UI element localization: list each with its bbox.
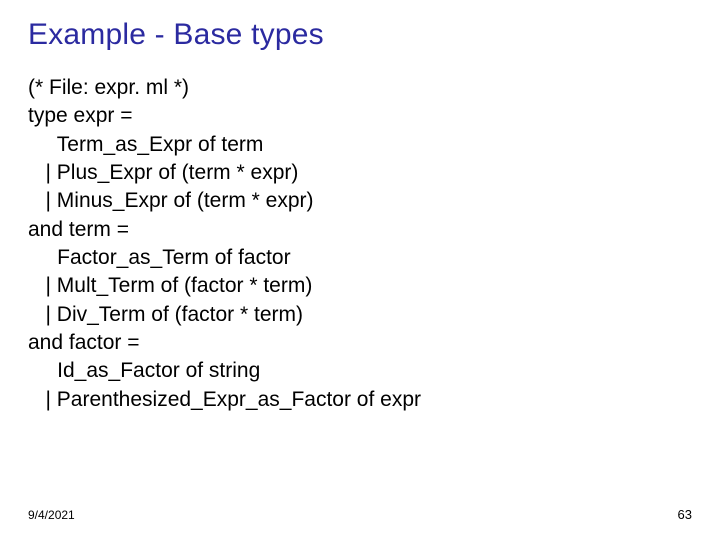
code-block: (* File: expr. ml *) type expr = Term_as…	[28, 74, 692, 414]
code-line: | Plus_Expr of (term * expr)	[28, 161, 298, 184]
code-line: (* File: expr. ml *)	[28, 76, 189, 99]
code-line: and factor =	[28, 331, 140, 354]
code-line: | Mult_Term of (factor * term)	[28, 274, 312, 297]
slide: Example - Base types (* File: expr. ml *…	[0, 0, 720, 540]
code-line: | Parenthesized_Expr_as_Factor of expr	[28, 388, 421, 411]
code-line: Term_as_Expr of term	[28, 133, 263, 156]
code-line: Id_as_Factor of string	[28, 359, 260, 382]
code-line: type expr =	[28, 104, 132, 127]
code-line: Factor_as_Term of factor	[28, 246, 291, 269]
slide-title: Example - Base types	[28, 18, 692, 52]
footer-date: 9/4/2021	[28, 508, 75, 522]
code-line: | Minus_Expr of (term * expr)	[28, 189, 314, 212]
code-line: and term =	[28, 218, 129, 241]
code-line: | Div_Term of (factor * term)	[28, 303, 303, 326]
footer-page-number: 63	[678, 507, 692, 522]
